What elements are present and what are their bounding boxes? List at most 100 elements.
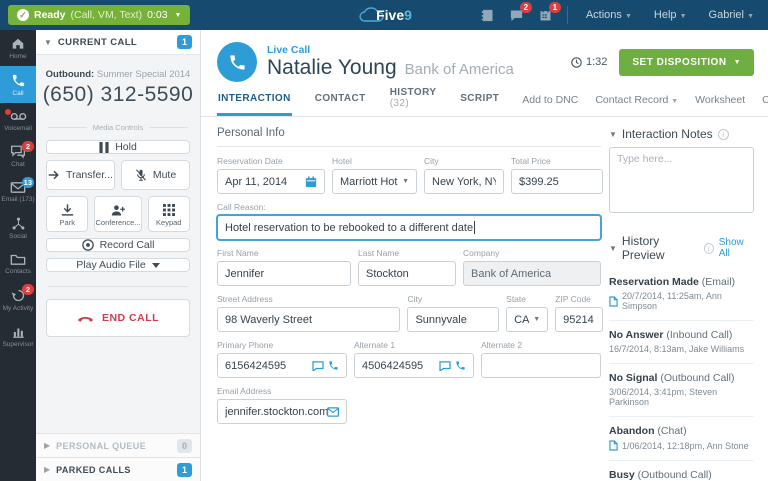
chat-notifications-icon[interactable]: 2 [509,1,532,23]
topbar-divider [566,6,568,24]
transfer-button[interactable]: Transfer... [46,160,115,190]
calendar-icon[interactable] [305,175,317,188]
parked-calls-section[interactable]: ▶ PARKED CALLS 1 [36,457,200,481]
dial-phone-icon[interactable] [455,360,466,371]
street-address-field[interactable]: 98 Waverly Street [217,307,401,332]
history-item[interactable]: Abandon (Chat) 1/06/2014, 12:18pm, Ann S… [609,417,754,461]
keypad-button[interactable]: Keypad [147,196,190,232]
history-item[interactable]: Reservation Made (Email) 20/7/2014, 11:2… [609,268,754,321]
actions-menu[interactable]: Actions ▼ [582,9,636,21]
interaction-notes-input[interactable] [609,147,754,213]
reservation-date-field[interactable]: Apr 11, 2014 [217,169,325,194]
hotel-field-wrap: Hotel Marriott Hotel ▼ [332,156,417,194]
record-icon [81,239,94,251]
city-field[interactable]: New York, NY [424,169,504,194]
hold-button[interactable]: Hold [46,140,190,154]
worksheet-link[interactable]: Worksheet [695,94,745,106]
help-menu[interactable]: Help ▼ [650,9,691,21]
current-call-header[interactable]: ▼ CURRENT CALL 1 [36,30,200,55]
history-item[interactable]: Busy (Outbound Call) 28/05/2014, 10:02pm… [609,461,754,481]
dial-phone-icon[interactable] [328,360,339,371]
sidebar-item-home[interactable]: Home [0,30,36,66]
total-price-field[interactable]: $399.25 [511,169,603,194]
call-reason-field-wrap: Call Reason: Hotel reservation to be reb… [217,202,601,240]
play-audio-file-button[interactable]: Play Audio File [46,258,190,272]
text-cursor [474,221,476,234]
address-book-icon[interactable] [480,8,495,23]
city-field-wrap: City New York, NY [424,156,504,194]
contact-record-menu[interactable]: Contact Record ▼ [595,94,678,106]
call-header-actions: 1:32 SET DISPOSITION ▼ [571,48,754,76]
tab-contact[interactable]: CONTACT [314,93,367,116]
email-field-wrap: Email Address jennifer.stockton.com [217,386,347,424]
tab-script[interactable]: SCRIPT [459,93,500,116]
status-label: Ready [34,9,66,21]
social-icon [12,217,24,230]
sidebar-item-chat[interactable]: 2 Chat [0,138,36,174]
sidebar-item-supervisor[interactable]: Supervisor [0,318,36,354]
address-city-field[interactable]: Sunnyvale [407,307,500,332]
interaction-content: Personal Info Reservation Date Apr 11, 2… [201,117,768,481]
state-select[interactable]: CA ▼ [506,307,549,332]
interaction-notes-header[interactable]: ▼ Interaction Notes i [609,127,754,141]
sms-icon[interactable] [312,360,324,371]
end-call-button[interactable]: END CALL [46,299,190,337]
task-calendar-icon[interactable]: 1 [538,1,561,23]
tab-interaction[interactable]: INTERACTION [217,93,292,116]
home-icon [12,38,24,49]
user-menu[interactable]: Gabriel ▼ [705,9,758,21]
sidebar-item-my-activity[interactable]: 2 My Activity [0,281,36,318]
primary-phone-field[interactable]: 6156424595 [217,353,347,378]
sidebar-item-voicemail[interactable]: Voicemail [0,103,36,138]
record-call-button[interactable]: Record Call [46,238,190,252]
sidebar-item-contacts[interactable]: Contacts [0,246,36,281]
first-name-field[interactable]: Jennifer [217,261,351,286]
personal-queue-section[interactable]: ▶ PERSONAL QUEUE 0 [36,433,200,457]
tab-bar: INTERACTION CONTACT HISTORY (32) SCRIPT … [201,87,768,117]
chevron-right-icon: ▶ [44,441,51,450]
right-panel: ▼ Interaction Notes i ▼ History Preview … [603,117,768,481]
alternate2-field[interactable] [481,353,601,378]
tab-history[interactable]: HISTORY (32) [389,87,438,121]
email-field[interactable]: jennifer.stockton.com [217,399,347,424]
sidebar-item-social[interactable]: Social [0,209,36,246]
hotel-select[interactable]: Marriott Hotel ▼ [332,169,417,194]
agent-status-dropdown[interactable]: ✓ Ready (Call, VM, Text) 0:03 ▼ [8,5,191,25]
sms-icon[interactable] [439,360,451,371]
street-address-field-wrap: Street Address 98 Waverly Street [217,294,401,332]
show-all-link[interactable]: Show All [719,237,754,259]
set-disposition-button[interactable]: SET DISPOSITION ▼ [619,48,754,76]
caller-phone-number: (650) 312-5590 [42,83,194,106]
history-preview-header[interactable]: ▼ History Preview i Show All [609,234,754,262]
info-icon: i [703,242,714,254]
last-name-field[interactable]: Stockton [358,261,456,286]
history-item[interactable]: No Signal (Outbound Call) 3/06/2014, 3:4… [609,364,754,417]
call-direction: Outbound: [45,69,95,80]
connectors-menu[interactable]: Connectors ▼ [762,94,768,106]
mute-button[interactable]: Mute [121,160,190,190]
email-badge: 13 [21,177,34,188]
park-button[interactable]: Park [46,196,89,232]
caller-avatar [217,42,257,82]
chevron-down-icon: ▼ [44,37,52,47]
send-email-icon[interactable] [327,406,339,417]
sidebar-item-call[interactable]: Call [0,66,36,103]
keypad-grid-icon [162,204,175,216]
sidebar-item-email[interactable]: 13 Email (173) [0,174,36,209]
top-bar-icons: 2 1 Actions ▼ Help ▼ Gabriel ▼ [480,1,768,24]
ready-check-icon: ✓ [17,9,29,21]
zip-field[interactable]: 95214 [555,307,604,332]
document-icon [609,295,618,307]
call-reason-field[interactable]: Hotel reservation to be rebooked to a di… [217,215,601,240]
current-call-panel: ▼ CURRENT CALL 1 Outbound: Summer Specia… [36,30,201,481]
end-call-section: END CALL [36,286,200,337]
conference-button[interactable]: Conference... [94,196,142,232]
history-item[interactable]: No Answer (Inbound Call) 16/7/2014, 8:13… [609,321,754,364]
media-controls-divider: Media Controls [36,111,200,138]
add-to-dnc-link[interactable]: Add to DNC [522,94,578,106]
voicemail-icon [10,112,26,121]
alternate1-field[interactable]: 4506424595 [354,353,474,378]
primary-phone-field-wrap: Primary Phone 6156424595 [217,340,347,378]
call-header: Live Call Natalie Young Bank of America … [201,30,768,90]
contacts-folder-icon [10,254,26,265]
